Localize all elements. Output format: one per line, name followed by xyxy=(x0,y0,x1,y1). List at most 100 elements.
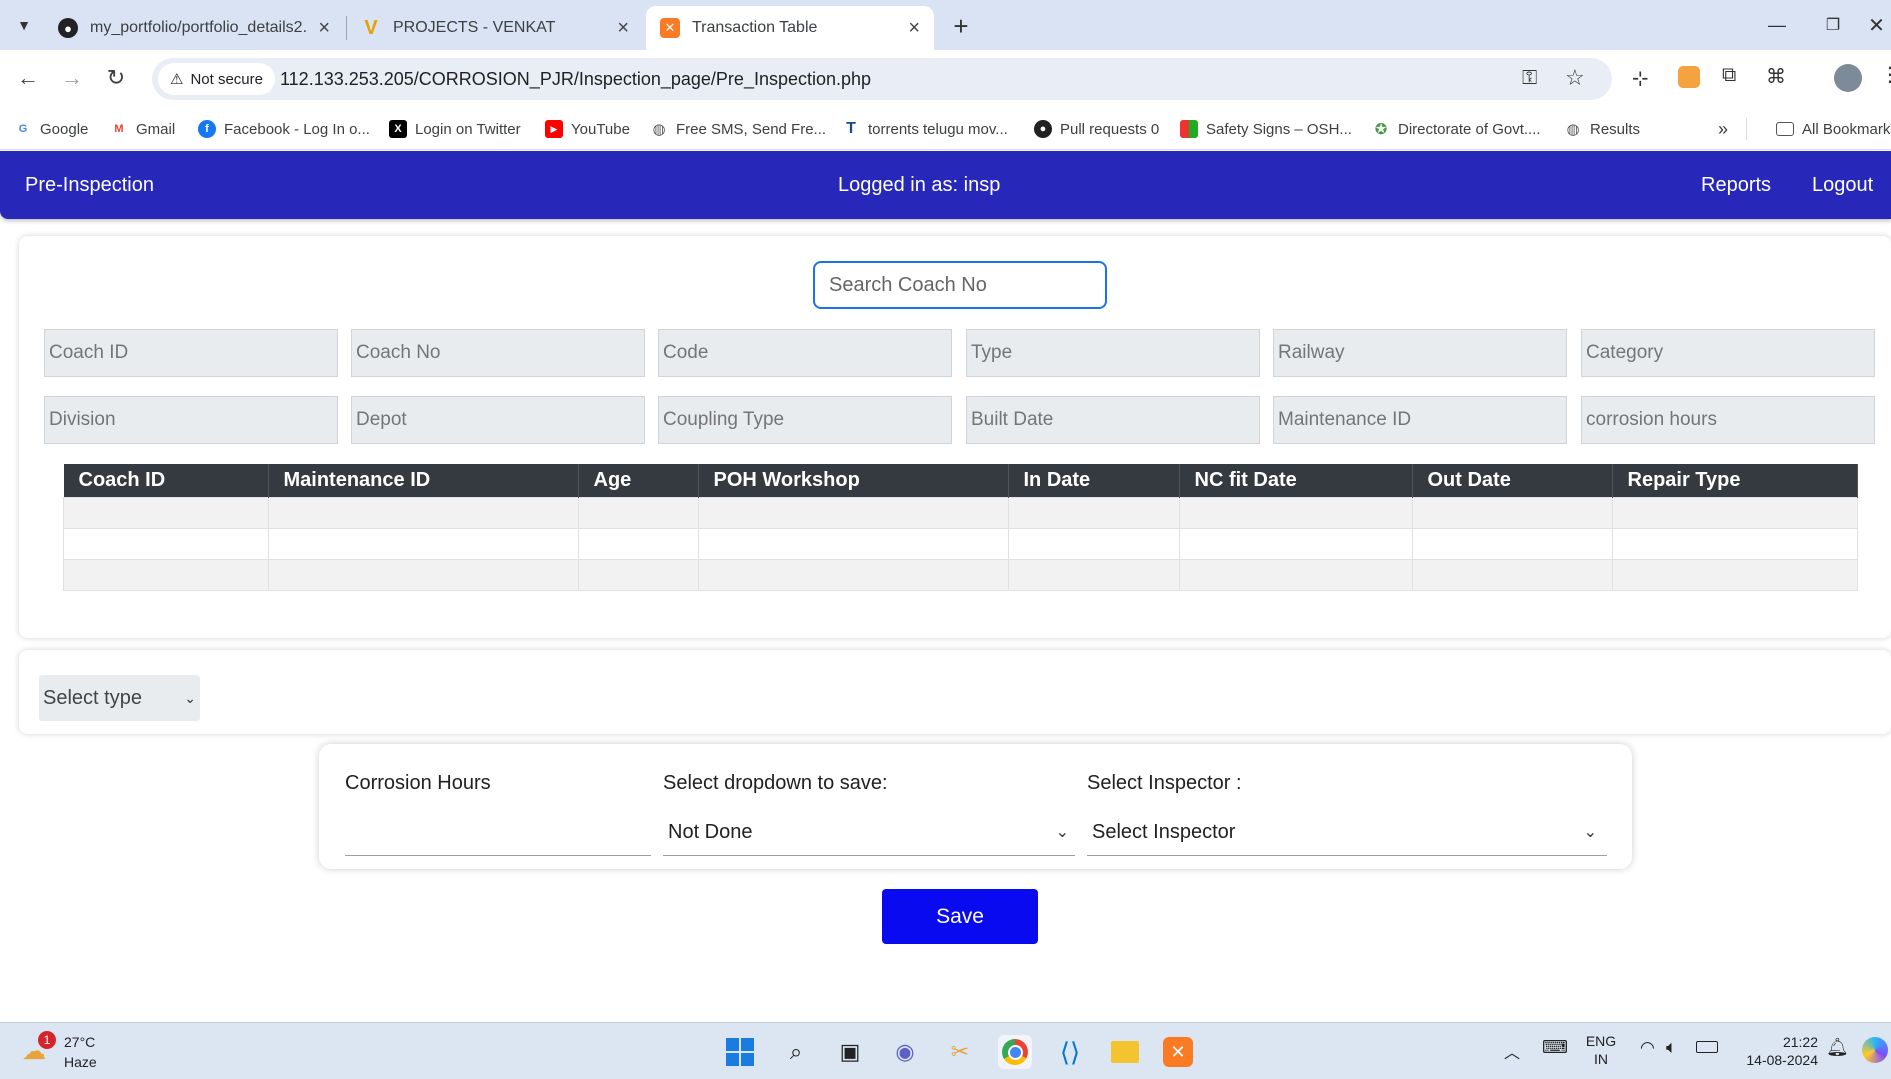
type-field[interactable] xyxy=(966,329,1260,377)
all-bookmarks[interactable]: All Bookmarks xyxy=(1776,116,1891,142)
restore-button[interactable]: ❐ xyxy=(1808,8,1858,42)
password-key-icon[interactable]: ⚿ xyxy=(1522,67,1537,90)
bookmark-google[interactable]: G Google xyxy=(14,116,89,142)
railway-field[interactable] xyxy=(1273,329,1567,377)
extension-puzzle-grid-icon[interactable]: ⊹ xyxy=(1632,66,1649,91)
tab-manager-icon[interactable]: ⧉ xyxy=(1722,64,1736,87)
chevron-down-icon: ⌄ xyxy=(1055,824,1069,841)
col-poh-workshop: POH Workshop xyxy=(698,464,1009,498)
tab-projects[interactable]: V PROJECTS - VENKAT × xyxy=(347,6,643,50)
bookmark-twitter[interactable]: X Login on Twitter xyxy=(389,116,521,142)
show-hidden-icons-chevron-icon[interactable]: ︿ xyxy=(1504,1039,1520,1063)
reload-icon[interactable]: ↻ xyxy=(96,58,136,98)
vscode-icon[interactable]: ⟨⟩ xyxy=(1053,1035,1087,1069)
brand-title[interactable]: Pre-Inspection xyxy=(25,151,154,219)
search-coach-input[interactable] xyxy=(813,261,1107,309)
close-tab-icon[interactable]: × xyxy=(318,17,330,40)
keyboard-icon[interactable]: ⌨ xyxy=(1542,1037,1568,1058)
bookmark-youtube[interactable]: ▶ YouTube xyxy=(545,116,630,142)
xampp-icon: ✕ xyxy=(660,18,680,38)
select-type-dropdown[interactable]: Select type ⌄ xyxy=(39,675,200,721)
close-tab-icon[interactable]: × xyxy=(908,17,920,40)
bookmark-label: Results xyxy=(1590,120,1641,138)
clock[interactable]: 21:22 14-08-2024 xyxy=(1734,1033,1818,1069)
code-field[interactable] xyxy=(658,329,952,377)
maintenance-id-field[interactable] xyxy=(1273,396,1567,444)
volume-icon[interactable]: 🔈︎ xyxy=(1666,1037,1677,1058)
weather-desc: Haze xyxy=(64,1054,97,1070)
language-indicator[interactable]: ENG IN xyxy=(1584,1032,1618,1068)
bookmark-safety-signs[interactable]: Safety Signs – OSH... xyxy=(1180,116,1352,142)
coach-id-field[interactable] xyxy=(44,329,338,377)
site-info-chip[interactable]: ⚠ Not secure xyxy=(158,63,275,95)
table-row xyxy=(63,497,1858,529)
coupling-type-field[interactable] xyxy=(658,396,952,444)
wifi-icon[interactable]: ◠ xyxy=(1640,1038,1655,1058)
status-dropdown[interactable]: Not Done ⌄ xyxy=(663,810,1075,856)
more-bookmarks-button[interactable]: » xyxy=(1718,116,1728,142)
profile-avatar[interactable] xyxy=(1834,64,1862,92)
forward-icon[interactable]: → xyxy=(52,58,92,98)
close-window-button[interactable]: ✕ xyxy=(1862,8,1891,42)
folder-icon xyxy=(1776,122,1794,136)
bookmark-divider xyxy=(1746,118,1747,140)
region-code: IN xyxy=(1594,1051,1608,1067)
bookmark-label: Google xyxy=(40,120,89,138)
bookmark-star-icon[interactable]: ☆ xyxy=(1565,65,1585,91)
weather-widget[interactable]: ☁ 1 27°C Haze xyxy=(22,1029,112,1075)
bookmark-pull-requests[interactable]: ● Pull requests 0 xyxy=(1034,116,1159,142)
bookmark-directorate[interactable]: ✪ Directorate of Govt.... xyxy=(1372,116,1541,142)
tab-portfolio[interactable]: ● my_portfolio/portfolio_details2. × xyxy=(44,6,344,50)
bookmark-results[interactable]: ◍ Results xyxy=(1564,116,1640,142)
torrents-icon: T xyxy=(846,120,856,137)
select-type-panel xyxy=(19,650,1891,734)
youtube-icon: ▶ xyxy=(545,120,563,138)
task-view-icon[interactable]: ▣ xyxy=(833,1035,867,1069)
notification-bell-icon[interactable]: 🔔︎ xyxy=(1826,1037,1849,1058)
bookmark-torrents[interactable]: Ttorrents telugu mov... xyxy=(842,116,1008,142)
extensions-puzzle-icon[interactable]: ⌘ xyxy=(1766,64,1786,89)
chat-icon[interactable]: ◉ xyxy=(888,1035,922,1069)
battery-icon[interactable] xyxy=(1696,1041,1718,1053)
division-field[interactable] xyxy=(44,396,338,444)
col-out-date: Out Date xyxy=(1412,464,1613,498)
table-cell xyxy=(63,528,269,560)
bookmark-facebook[interactable]: f Facebook - Log In o... xyxy=(198,116,370,142)
menu-kebab-icon[interactable]: ⋮ xyxy=(1880,62,1891,87)
corrosion-hours-input[interactable] xyxy=(345,810,651,856)
logout-link[interactable]: Logout xyxy=(1812,151,1873,219)
tab-transaction-table[interactable]: ✕ Transaction Table × xyxy=(646,6,934,50)
url-text[interactable]: 112.133.253.205/CORROSION_PJR/Inspection… xyxy=(280,58,871,100)
extension-orange-icon[interactable] xyxy=(1678,66,1700,88)
search-icon[interactable]: ⌕ xyxy=(779,1035,813,1069)
xampp-icon[interactable]: ✕ xyxy=(1163,1037,1193,1067)
col-in-date: In Date xyxy=(1008,464,1180,498)
table-cell xyxy=(63,497,269,529)
snipping-tool-icon[interactable]: ✂ xyxy=(943,1035,977,1069)
close-tab-icon[interactable]: × xyxy=(617,17,629,40)
corrosion-hours-field[interactable] xyxy=(1581,396,1875,444)
chrome-icon[interactable] xyxy=(998,1035,1032,1069)
category-field[interactable] xyxy=(1581,329,1875,377)
copilot-icon[interactable] xyxy=(1862,1037,1888,1063)
depot-field[interactable] xyxy=(351,396,645,444)
file-explorer-icon[interactable] xyxy=(1108,1035,1142,1069)
chevron-down-icon: ⌄ xyxy=(1583,824,1597,841)
inspector-dropdown[interactable]: Select Inspector ⌄ xyxy=(1087,810,1607,856)
tab-search-button[interactable]: ▼ xyxy=(8,10,40,40)
new-tab-button[interactable]: + xyxy=(944,10,978,42)
built-date-field[interactable] xyxy=(966,396,1260,444)
coach-no-field[interactable] xyxy=(351,329,645,377)
maintenance-history-table: Coach ID Maintenance ID Age POH Workshop… xyxy=(63,464,1858,591)
address-bar[interactable]: ⚠ Not secure 112.133.253.205/CORROSION_P… xyxy=(152,58,1612,100)
minimize-button[interactable]: — xyxy=(1752,8,1802,42)
windows-start-icon[interactable] xyxy=(723,1035,757,1069)
bookmark-label: torrents telugu mov... xyxy=(868,120,1008,138)
corrosion-hours-label: Corrosion Hours xyxy=(345,772,491,794)
reports-link[interactable]: Reports xyxy=(1701,151,1771,219)
bookmark-free-sms[interactable]: ◍ Free SMS, Send Fre... xyxy=(650,116,826,142)
table-cell xyxy=(1007,559,1180,591)
bookmark-gmail[interactable]: M Gmail xyxy=(110,116,175,142)
back-icon[interactable]: ← xyxy=(8,58,48,98)
save-button[interactable]: Save xyxy=(882,889,1038,944)
